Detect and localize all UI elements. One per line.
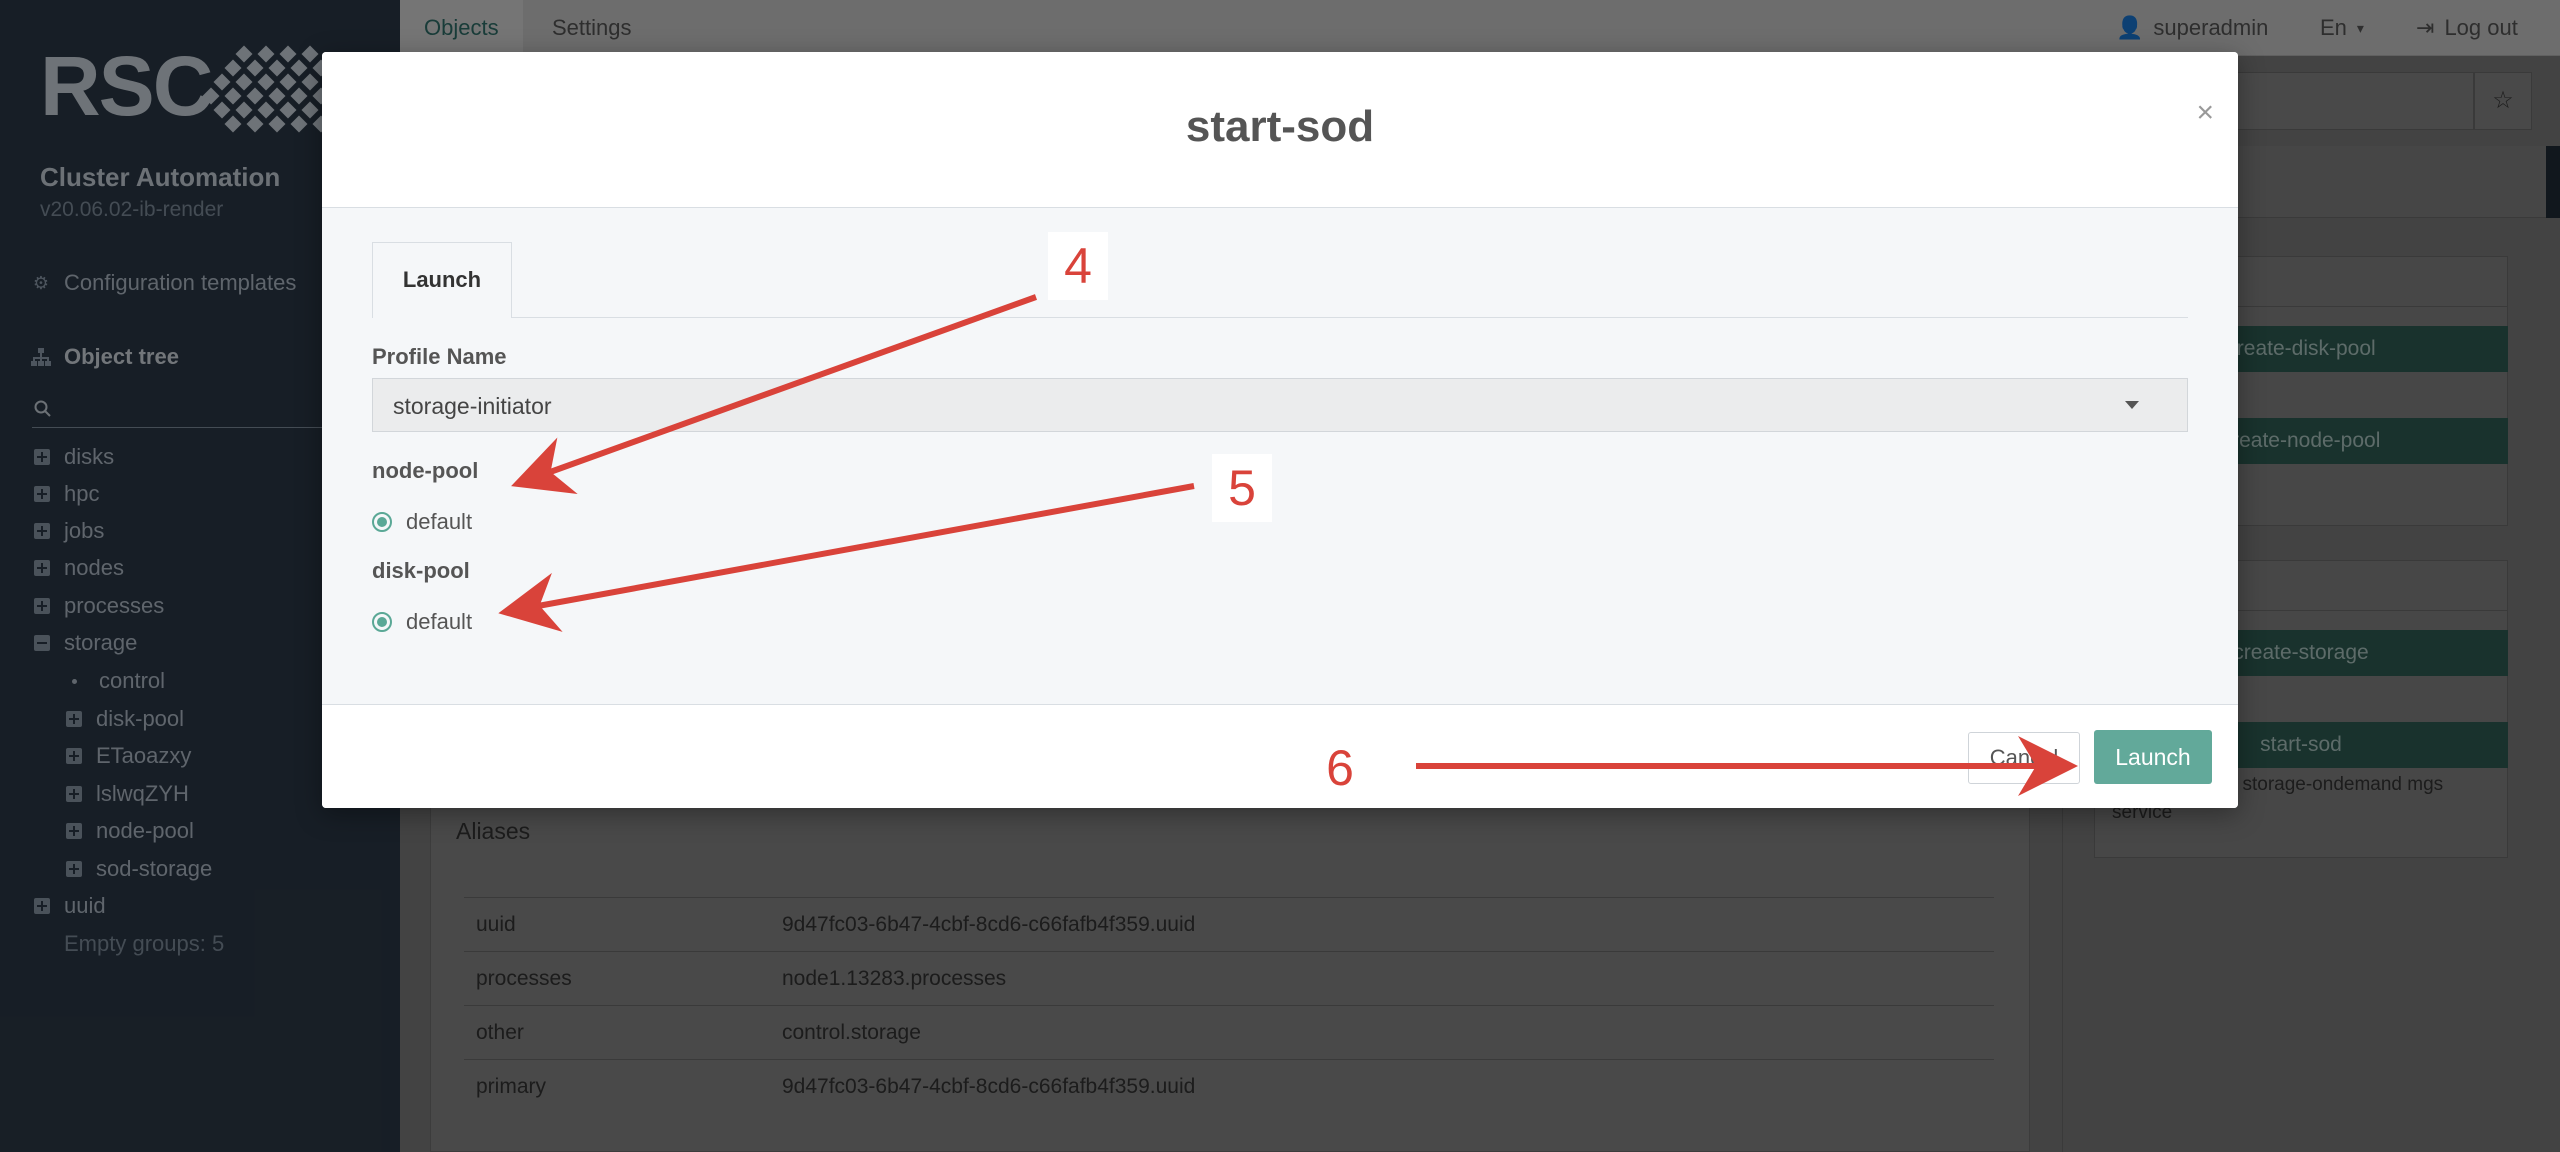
disk-pool-label: disk-pool	[372, 558, 470, 583]
tab-launch[interactable]: Launch	[372, 242, 512, 318]
annotation-step-4: 4	[1048, 232, 1108, 300]
modal-header: start-sod ×	[322, 52, 2238, 208]
modal-title: start-sod	[1185, 102, 1375, 151]
launch-button[interactable]: Launch	[2094, 730, 2212, 784]
start-sod-modal: start-sod × Launch Profile Name storage-…	[322, 52, 2238, 808]
radio-selected-icon	[372, 612, 392, 632]
caret-down-icon	[2125, 401, 2139, 409]
cancel-button[interactable]: Cancel	[1968, 732, 2080, 784]
annotation-step-5: 5	[1212, 454, 1272, 522]
profile-name-value: storage-initiator	[393, 393, 552, 419]
modal-footer	[322, 704, 2238, 808]
node-pool-label: node-pool	[372, 458, 479, 483]
node-pool-radio-default[interactable]: default	[372, 509, 472, 535]
annotation-step-6: 6	[1310, 734, 1370, 802]
profile-name-label: Profile Name	[372, 344, 507, 369]
tab-divider	[512, 317, 2188, 318]
profile-name-select[interactable]: storage-initiator	[372, 378, 2188, 432]
radio-selected-icon	[372, 512, 392, 532]
close-icon[interactable]: ×	[2196, 96, 2214, 130]
radio-label: default	[406, 609, 473, 634]
radio-label: default	[406, 509, 473, 534]
disk-pool-radio-default[interactable]: default	[372, 609, 472, 635]
